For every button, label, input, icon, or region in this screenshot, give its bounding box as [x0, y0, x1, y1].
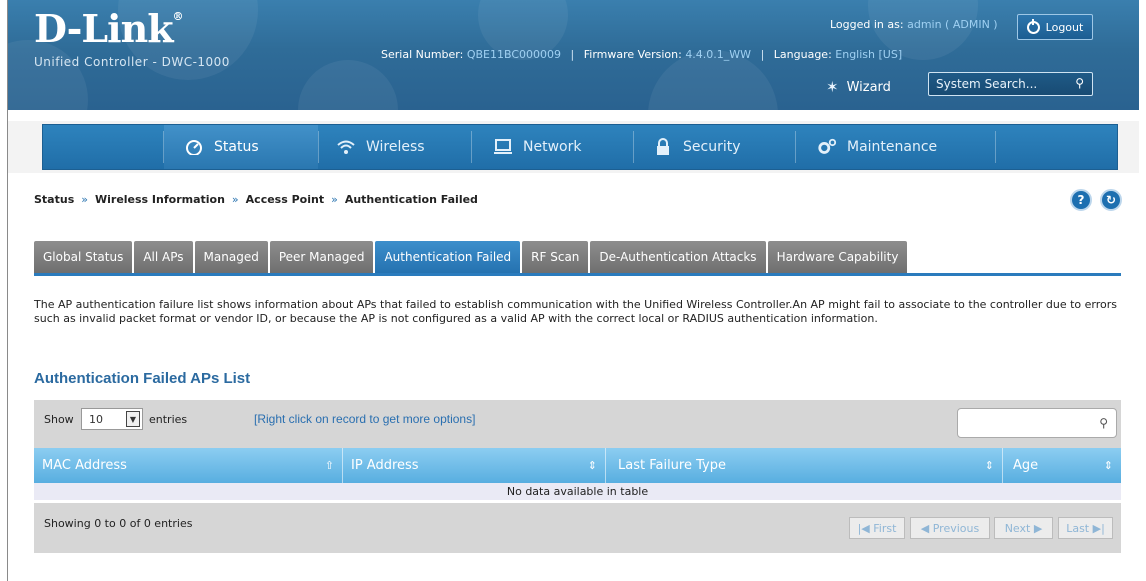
entries-info: Showing 0 to 0 of 0 entries — [44, 517, 193, 530]
firmware-version: 4.4.0.1_WW — [685, 48, 752, 61]
sort-both-icon: ⇕ — [984, 459, 994, 472]
nav-item-network[interactable]: Network — [493, 125, 581, 169]
column-header-last-failure-type[interactable]: Last Failure Type ⇕ — [606, 448, 1002, 483]
language-selector[interactable]: English [US] — [835, 48, 902, 61]
nav-item-maintenance[interactable]: Maintenance — [817, 125, 937, 169]
bubble-decoration — [298, 60, 398, 110]
last-page-icon: ▶| — [1092, 521, 1105, 535]
gears-icon — [817, 138, 837, 156]
help-icon: ? — [1077, 193, 1085, 207]
nav-item-security[interactable]: Security — [653, 125, 741, 169]
computer-icon — [493, 138, 513, 156]
help-button[interactable]: ? — [1070, 189, 1092, 211]
nav-divider — [633, 131, 634, 163]
breadcrumb-wireless-information[interactable]: Wireless Information — [95, 193, 225, 206]
tab-hardware-capability[interactable]: Hardware Capability — [767, 241, 908, 273]
header-banner: D-Link® Unified Controller - DWC-1000 Lo… — [8, 0, 1139, 110]
main-nav: Status Wireless Network Security Mainten… — [8, 121, 1139, 173]
product-subtitle: Unified Controller - DWC-1000 — [34, 55, 230, 69]
nav-item-status[interactable]: Status — [164, 125, 318, 169]
refresh-icon: ↻ — [1105, 193, 1117, 207]
breadcrumb-access-point[interactable]: Access Point — [246, 193, 324, 206]
right-click-hint: [Right click on record to get more optio… — [254, 412, 476, 426]
show-label: Show — [44, 413, 74, 426]
chevron-down-icon: ▼ — [126, 411, 140, 427]
tab-global-status[interactable]: Global Status — [34, 241, 133, 273]
nav-divider — [318, 131, 319, 163]
table-header: MAC Address ⇧ IP Address ⇕ Last Failure Ty… — [34, 448, 1121, 483]
column-header-mac-address[interactable]: MAC Address ⇧ — [34, 448, 342, 483]
dlink-logo: D-Link® — [34, 6, 184, 51]
wand-icon: ✶ — [826, 78, 839, 96]
breadcrumb-current: Authentication Failed — [344, 193, 478, 206]
logged-in-info: Logged in as: admin ( ADMIN ) — [830, 18, 998, 31]
table-search-input[interactable]: ⚲ — [957, 408, 1117, 438]
table-footer: Showing 0 to 0 of 0 entries |◀ First ◀ P… — [34, 503, 1121, 553]
pager-previous-button[interactable]: ◀ Previous — [910, 517, 990, 539]
logout-button[interactable]: Logout — [1017, 14, 1093, 40]
first-page-icon: |◀ — [857, 521, 870, 535]
tab-rf-scan[interactable]: RF Scan — [522, 241, 589, 273]
entries-label: entries — [149, 413, 188, 426]
tab-underline — [34, 273, 1121, 276]
serial-number: QBE11BC000009 — [466, 48, 562, 61]
nav-strip: Status Wireless Network Security Mainten… — [42, 124, 1118, 170]
search-icon: ⚲ — [1099, 416, 1108, 430]
previous-page-icon: ◀ — [920, 521, 930, 535]
gauge-icon — [184, 138, 204, 156]
sort-both-icon: ⇕ — [1103, 459, 1113, 472]
device-info-line: Serial Number: QBE11BC000009 | Firmware … — [381, 48, 903, 61]
sort-ascending-icon: ⇧ — [324, 459, 334, 472]
breadcrumb-status[interactable]: Status — [34, 193, 74, 206]
entries-select[interactable]: 10 ▼ — [81, 408, 143, 430]
wizard-link[interactable]: ✶ Wizard — [826, 78, 891, 96]
nav-divider — [795, 131, 796, 163]
nav-divider — [471, 131, 472, 163]
refresh-button[interactable]: ↻ — [1100, 189, 1122, 211]
system-search-input[interactable]: System Search... ⚲ — [928, 72, 1093, 96]
wifi-icon — [336, 138, 356, 156]
nav-divider — [995, 131, 996, 163]
pager-first-button[interactable]: |◀ First — [849, 517, 905, 539]
power-icon — [1026, 18, 1040, 34]
tab-managed[interactable]: Managed — [194, 241, 268, 273]
pager-last-button[interactable]: Last ▶| — [1058, 517, 1113, 539]
tab-all-aps[interactable]: All APs — [134, 241, 193, 273]
column-header-ip-address[interactable]: IP Address ⇕ — [343, 448, 605, 483]
search-icon: ⚲ — [1075, 76, 1084, 90]
breadcrumb: Status» Wireless Information» Access Point… — [34, 193, 478, 206]
tab-authentication-failed[interactable]: Authentication Failed — [375, 241, 521, 273]
nav-item-wireless[interactable]: Wireless — [336, 125, 425, 169]
pager-next-button[interactable]: Next ▶ — [994, 517, 1053, 539]
tab-peer-managed[interactable]: Peer Managed — [269, 241, 374, 273]
tab-de-authentication-attacks[interactable]: De-Authentication Attacks — [590, 241, 766, 273]
list-title: Authentication Failed APs List — [34, 370, 251, 387]
tab-bar: Global Status All APs Managed Peer Manag… — [34, 241, 908, 273]
column-header-age[interactable]: Age ⇕ — [1003, 448, 1121, 483]
lock-icon — [653, 138, 673, 156]
table-empty-row: No data available in table — [34, 483, 1121, 500]
table-toolbar: Show 10 ▼ entries [Right click on record… — [34, 400, 1121, 448]
next-page-icon: ▶ — [1033, 521, 1043, 535]
page-description: The AP authentication failure list shows… — [34, 298, 1118, 325]
sort-both-icon: ⇕ — [587, 459, 597, 472]
